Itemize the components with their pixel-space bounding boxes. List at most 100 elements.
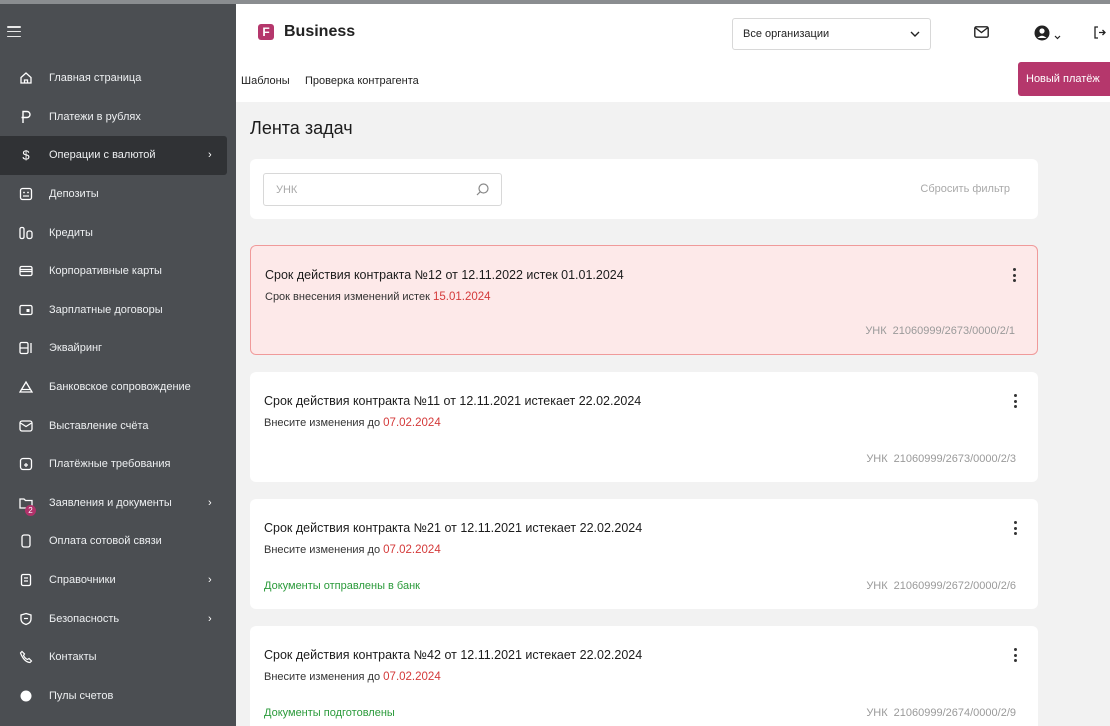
phone-icon [18,533,34,549]
unk-value: 21060999/2674/0000/2/9 [893,707,1016,719]
templates-link[interactable]: Шаблоны [241,75,290,87]
sidebar-item[interactable]: Платёжные требования [0,445,236,484]
svg-text:$: $ [22,148,30,162]
credit-icon [18,225,34,241]
sidebar-item-label: Эквайринг [49,342,103,355]
unk-label: УНК [866,580,888,592]
task-title: Срок действия контракта №21 от 12.11.202… [264,521,643,535]
unk-value: 21060999/2673/0000/2/3 [893,453,1016,465]
mail-icon[interactable] [974,26,989,38]
dollar-icon: $ [18,147,34,163]
task-unk: УНК 21060999/2672/0000/2/6 [866,580,1016,592]
sidebar-item[interactable]: Выставление счёта [0,406,236,445]
chevron-right-icon: › [208,496,212,509]
sidebar-item[interactable]: Оплата сотовой связи [0,522,236,561]
sidebar-item[interactable]: Депозиты [0,175,236,214]
sidebar-item[interactable]: Кредиты [0,213,236,252]
task-deadline: Внесите изменения до 07.02.2024 [264,671,441,683]
task-deadline-text: Срок внесения изменений истек [265,291,430,303]
sidebar-item-label: Пулы счетов [49,689,114,702]
sidebar-item[interactable]: Эквайринг [0,329,236,368]
logo-mark: F [258,24,274,40]
sidebar-item-label: Оплата сотовой связи [49,535,162,548]
task-deadline: Внесите изменения до 07.02.2024 [264,417,441,429]
sidebar: Главная страница Платежи в рублях $ Операци… [0,0,236,726]
sidebar-item[interactable]: Справочники › [0,561,236,600]
logo[interactable]: F Business [258,23,355,41]
task-title: Срок действия контракта №11 от 12.11.202… [264,394,642,408]
search-input[interactable] [276,183,466,196]
contact-phone-icon [18,649,34,665]
sidebar-item[interactable]: Банковское сопровождение [0,368,236,407]
sidebar-item-label: Кредиты [49,226,93,239]
chevron-right-icon: › [208,612,212,625]
sub-navigation: Шаблоны Проверка контрагента Новый платё… [236,58,1110,102]
sidebar-item[interactable]: Контакты [0,638,236,677]
sidebar-item-label: Платёжные требования [49,458,171,471]
deposit-icon [18,186,34,202]
chevron-right-icon: › [208,574,212,587]
user-menu[interactable] [1034,25,1061,46]
unk-value: 21060999/2672/0000/2/6 [893,580,1016,592]
more-options-icon[interactable] [1010,646,1020,664]
task-card[interactable]: Срок действия контракта №12 от 12.11.202… [250,245,1038,355]
sidebar-item[interactable]: Заявления и документы › 2 [0,484,236,523]
ruble-icon [18,109,34,125]
task-status: Документы отправлены в банк [264,580,420,592]
task-unk: УНК 21060999/2673/0000/2/3 [866,453,1016,465]
check-counterparty-link[interactable]: Проверка контрагента [305,75,419,87]
task-status: Документы подготовлены [264,707,395,719]
chevron-down-icon [910,28,920,40]
sidebar-item[interactable]: Зарплатные договоры [0,291,236,330]
task-card[interactable]: Срок действия контракта №11 от 12.11.202… [250,372,1038,482]
user-icon [1034,25,1050,46]
acquiring-icon [18,340,34,356]
task-unk: УНК 21060999/2674/0000/2/9 [866,707,1016,719]
sidebar-top [0,4,236,59]
sidebar-item[interactable]: Корпоративные карты [0,252,236,291]
sidebar-menu: Главная страница Платежи в рублях $ Операци… [0,59,236,715]
search-box[interactable] [263,173,502,206]
card-icon [18,263,34,279]
sidebar-item[interactable]: Пулы счетов [0,677,236,716]
task-unk: УНК 21060999/2673/0000/2/1 [865,325,1015,337]
more-options-icon[interactable] [1009,266,1019,284]
reset-filter-button[interactable]: Сбросить фильтр [920,183,1010,195]
sidebar-item[interactable]: $ Операции с валютой › [0,136,227,175]
task-title: Срок действия контракта №12 от 12.11.202… [265,268,624,282]
task-deadline-text: Внесите изменения до [264,671,381,683]
home-icon [18,70,34,86]
search-icon[interactable] [476,183,489,201]
task-card[interactable]: Срок действия контракта №21 от 12.11.202… [250,499,1038,609]
unk-label: УНК [866,453,888,465]
header: F Business Все организации [236,0,1110,58]
task-deadline-text: Внесите изменения до [264,544,381,556]
sidebar-item-label: Депозиты [49,188,99,201]
task-deadline-date: 15.01.2024 [432,291,491,303]
task-title: Срок действия контракта №42 от 12.11.202… [264,648,643,662]
task-deadline-date: 07.02.2024 [383,671,441,683]
menu-icon[interactable] [7,26,21,37]
sidebar-item[interactable]: Платежи в рублях [0,98,236,137]
sidebar-item[interactable]: Безопасность › [0,599,236,638]
chevron-right-icon: › [208,149,212,162]
payment-request-icon [18,456,34,472]
invoice-icon [18,418,34,434]
shield-icon [18,611,34,627]
task-deadline-text: Внесите изменения до [264,417,381,429]
new-payment-button[interactable]: Новый платёж [1018,62,1110,96]
sidebar-item[interactable]: Главная страница [0,59,236,98]
chevron-down-icon [1054,27,1061,45]
bank-support-icon [18,379,34,395]
more-options-icon[interactable] [1010,519,1020,537]
task-deadline-date: 07.02.2024 [383,544,441,556]
logout-icon[interactable] [1094,26,1106,39]
organization-select[interactable]: Все организации [732,18,931,50]
task-deadline: Внесите изменения до 07.02.2024 [264,544,441,556]
task-card[interactable]: Срок действия контракта №42 от 12.11.202… [250,626,1038,726]
unk-value: 21060999/2673/0000/2/1 [892,325,1015,337]
more-options-icon[interactable] [1010,392,1020,410]
directory-icon [18,572,34,588]
unk-label: УНК [866,707,888,719]
sidebar-item-label: Платежи в рублях [49,110,141,123]
